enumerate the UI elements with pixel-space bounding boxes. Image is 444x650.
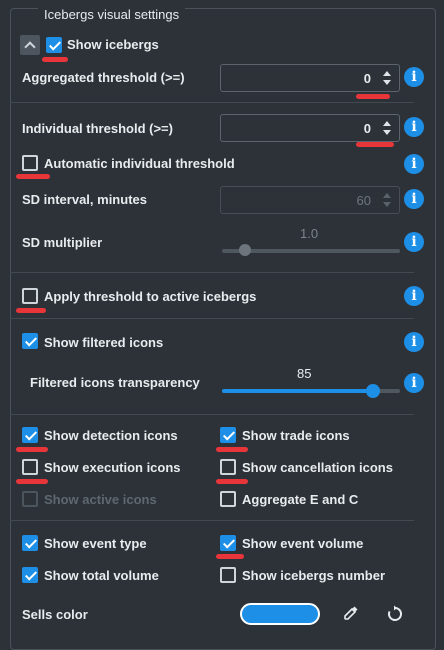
sd-multiplier-label: SD multiplier: [22, 235, 103, 250]
show-event-volume-label: Show event volume: [242, 536, 364, 551]
sells-color-button[interactable]: [240, 603, 320, 625]
show-total-volume-checkbox[interactable]: [22, 567, 38, 583]
show-total-volume-label: Show total volume: [44, 568, 159, 583]
info-icon[interactable]: i: [404, 332, 424, 352]
sd-multiplier-slider-handle[interactable]: [239, 244, 251, 256]
highlight-mark: [16, 479, 48, 484]
highlight-mark: [356, 94, 390, 99]
info-icon[interactable]: i: [404, 67, 424, 87]
show-cancellation-icons-label: Show cancellation icons: [242, 460, 393, 475]
show-execution-icons-checkbox[interactable]: [22, 459, 38, 475]
automatic-individual-threshold-checkbox[interactable]: [22, 155, 38, 171]
highlight-mark: [216, 447, 248, 452]
divider: [10, 414, 414, 415]
highlight-mark: [16, 308, 46, 313]
highlight-mark: [42, 57, 68, 62]
divider: [10, 272, 414, 273]
show-icebergs-number-label: Show icebergs number: [242, 568, 386, 583]
show-trade-icons-checkbox[interactable]: [220, 427, 236, 443]
info-icon[interactable]: i: [404, 117, 424, 137]
stepper-up-icon[interactable]: [383, 71, 391, 76]
sd-interval-label: SD interval, minutes: [22, 192, 147, 207]
highlight-mark: [216, 479, 248, 484]
show-icebergs-checkbox[interactable]: [46, 37, 62, 53]
sells-color-label: Sells color: [22, 607, 88, 622]
highlight-mark: [216, 554, 244, 559]
info-icon[interactable]: i: [404, 232, 424, 252]
info-icon[interactable]: i: [404, 189, 424, 209]
show-filtered-icons-label: Show filtered icons: [44, 335, 164, 350]
individual-threshold-value: 0: [363, 121, 371, 136]
sd-interval-stepper[interactable]: 60: [220, 186, 400, 214]
stepper-up-icon[interactable]: [383, 121, 391, 126]
filtered-icons-transparency-label: Filtered icons transparency: [30, 375, 200, 390]
show-detection-icons-checkbox[interactable]: [22, 427, 38, 443]
show-active-icons-checkbox[interactable]: [22, 491, 38, 507]
sd-interval-value: 60: [356, 193, 371, 208]
aggregated-threshold-stepper[interactable]: 0: [220, 64, 400, 92]
show-event-volume-checkbox[interactable]: [220, 535, 236, 551]
apply-threshold-active-label: Apply threshold to active icebergs: [44, 289, 257, 304]
show-cancellation-icons-checkbox[interactable]: [220, 459, 236, 475]
filtered-icons-transparency-value: 85: [297, 366, 312, 381]
aggregate-e-and-c-checkbox[interactable]: [220, 491, 236, 507]
stepper-down-icon[interactable]: [383, 202, 391, 207]
show-detection-icons-label: Show detection icons: [44, 428, 178, 443]
show-active-icons-label: Show active icons: [44, 492, 157, 507]
highlight-mark: [16, 447, 48, 452]
filtered-icons-transparency-fill: [222, 389, 374, 393]
reset-icon[interactable]: [386, 605, 404, 623]
divider: [10, 102, 414, 103]
individual-threshold-stepper[interactable]: 0: [220, 114, 400, 142]
show-icebergs-number-checkbox[interactable]: [220, 567, 236, 583]
collapse-icon[interactable]: [20, 35, 40, 55]
show-event-type-checkbox[interactable]: [22, 535, 38, 551]
show-filtered-icons-checkbox[interactable]: [22, 333, 38, 349]
divider: [10, 520, 414, 521]
show-trade-icons-label: Show trade icons: [242, 428, 350, 443]
aggregated-threshold-value: 0: [363, 71, 371, 86]
highlight-mark: [356, 142, 394, 147]
info-icon[interactable]: i: [404, 286, 424, 306]
show-execution-icons-label: Show execution icons: [44, 460, 181, 475]
apply-threshold-active-checkbox[interactable]: [22, 288, 38, 304]
show-icebergs-label: Show icebergs: [67, 37, 159, 52]
show-event-type-label: Show event type: [44, 536, 147, 551]
info-icon[interactable]: i: [404, 373, 424, 393]
automatic-individual-threshold-label: Automatic individual threshold: [44, 156, 235, 171]
highlight-mark: [16, 174, 50, 179]
aggregate-e-and-c-label: Aggregate E and C: [242, 492, 359, 507]
sd-multiplier-value: 1.0: [300, 226, 319, 241]
info-icon[interactable]: i: [404, 154, 424, 174]
stepper-down-icon[interactable]: [383, 130, 391, 135]
individual-threshold-label: Individual threshold (>=): [22, 121, 173, 136]
aggregated-threshold-label: Aggregated threshold (>=): [22, 70, 185, 85]
divider: [10, 318, 414, 319]
stepper-up-icon[interactable]: [383, 193, 391, 198]
group-title: Icebergs visual settings: [38, 7, 186, 22]
stepper-down-icon[interactable]: [383, 80, 391, 85]
eyedropper-icon[interactable]: [342, 604, 360, 622]
